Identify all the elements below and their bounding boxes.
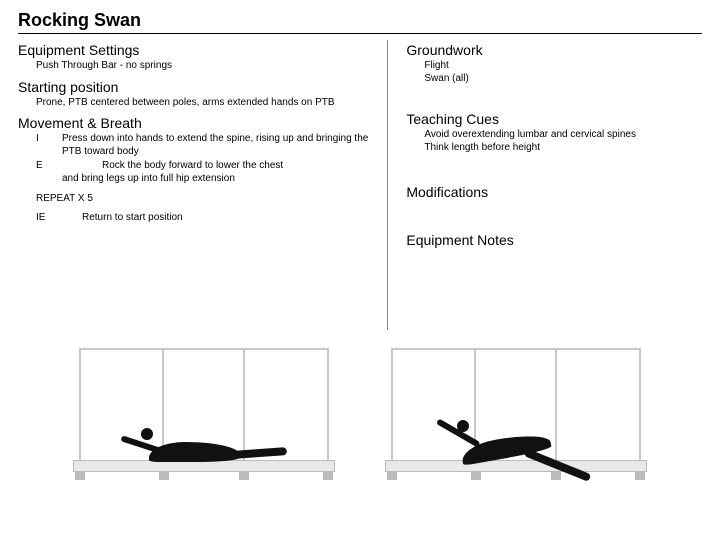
two-column-layout: Equipment Settings Push Through Bar - no…	[18, 40, 702, 330]
breath-row-return: IE Return to start position	[36, 212, 377, 225]
breath-key: IE	[36, 212, 82, 225]
movement-breath-heading: Movement & Breath	[18, 115, 377, 131]
breath-row-inhale: I Press down into hands to extend the sp…	[36, 133, 377, 158]
teaching-cues-heading: Teaching Cues	[406, 111, 702, 127]
breath-row-exhale: E Rock the body forward to lower the che…	[36, 160, 377, 185]
breath-text: Return to start position	[82, 212, 377, 225]
equipment-notes-heading: Equipment Notes	[406, 232, 702, 248]
groundwork-body: Flight Swan (all)	[424, 60, 702, 85]
groundwork-heading: Groundwork	[406, 42, 702, 58]
cue-line: Think length before height	[424, 142, 702, 155]
groundwork-line: Swan (all)	[424, 73, 702, 86]
groundwork-line: Flight	[424, 60, 702, 73]
breath-text: Press down into hands to extend the spin…	[62, 133, 377, 158]
breath-key: I	[36, 133, 62, 158]
page-title: Rocking Swan	[18, 10, 702, 34]
breath-key: E	[36, 160, 62, 185]
equipment-settings-heading: Equipment Settings	[18, 42, 377, 58]
exercise-figure-start	[69, 340, 339, 480]
exercise-figure-extended	[381, 340, 651, 480]
breath-text: Rock the body forward to lower the chest…	[62, 160, 377, 185]
modifications-heading: Modifications	[406, 184, 702, 200]
left-column: Equipment Settings Push Through Bar - no…	[18, 40, 387, 330]
repeat-count: REPEAT X 5	[36, 193, 377, 204]
starting-position-heading: Starting position	[18, 79, 377, 95]
starting-position-body: Prone, PTB centered between poles, arms …	[36, 97, 377, 110]
right-column: Groundwork Flight Swan (all) Teaching Cu…	[387, 40, 702, 330]
figure-row	[18, 340, 702, 480]
teaching-cues-body: Avoid overextending lumbar and cervical …	[424, 129, 702, 154]
breath-text-line: Rock the body forward to lower the chest	[62, 160, 377, 173]
equipment-settings-body: Push Through Bar - no springs	[36, 60, 377, 73]
cue-line: Avoid overextending lumbar and cervical …	[424, 129, 702, 142]
breath-text-line: and bring legs up into full hip extensio…	[62, 173, 235, 184]
